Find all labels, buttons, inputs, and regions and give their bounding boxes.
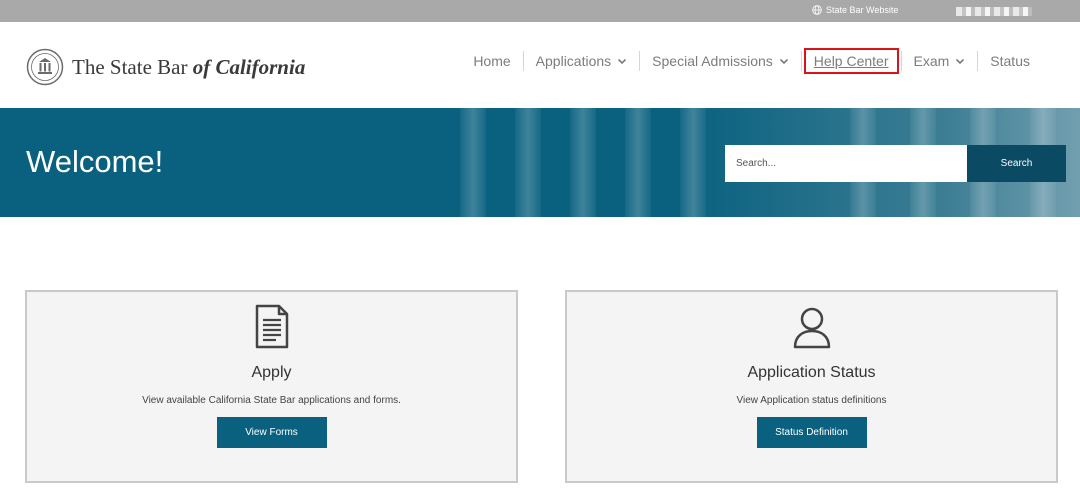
page-title: Welcome!: [26, 144, 164, 179]
nav-item-label: Special Admissions: [652, 53, 773, 69]
globe-icon: [812, 5, 822, 15]
apply-card: Apply View available California State Ba…: [25, 290, 518, 483]
nav-item-label: Help Center: [813, 53, 889, 69]
card-title: Application Status: [747, 364, 876, 381]
nav-item-home[interactable]: Home: [461, 51, 522, 71]
nav-item-label: Exam: [913, 53, 950, 69]
redacted-account-area: [956, 7, 1032, 16]
nav-item-status[interactable]: Status: [977, 51, 1042, 71]
nav-item-label: Applications: [535, 53, 612, 69]
chevron-down-icon: [956, 58, 965, 65]
main-nav: Home Applications Special Admissions Hel…: [461, 48, 1042, 74]
nav-item-exam[interactable]: Exam: [900, 51, 978, 71]
logo-text-italic: of California: [192, 54, 306, 79]
application-status-card: Application Status View Application stat…: [565, 290, 1058, 483]
utility-bar: State Bar Website: [0, 0, 1080, 22]
card-description: View Application status definitions: [736, 395, 887, 406]
state-bar-website-link[interactable]: State Bar Website: [812, 5, 898, 15]
search-input[interactable]: [725, 145, 967, 182]
nav-item-label: Home: [473, 53, 511, 69]
search-button[interactable]: Search: [967, 145, 1066, 182]
chevron-down-icon: [779, 58, 788, 65]
search-bar: Search: [725, 145, 1066, 182]
state-bar-logo[interactable]: The State Bar of California: [26, 48, 305, 86]
welcome-banner: Welcome! Search: [0, 108, 1080, 217]
logo-wordmark: The State Bar of California: [72, 55, 305, 80]
view-forms-button[interactable]: View Forms: [216, 417, 327, 448]
state-bar-website-label: State Bar Website: [826, 5, 899, 15]
user-icon: [793, 307, 830, 349]
card-title: Apply: [251, 364, 292, 381]
nav-item-special-admissions[interactable]: Special Admissions: [639, 51, 801, 71]
site-header: The State Bar of California Home Applica…: [0, 22, 1080, 108]
state-bar-seal-icon: [26, 48, 64, 86]
nav-item-applications[interactable]: Applications: [522, 51, 640, 71]
card-description: View available California State Bar appl…: [142, 395, 401, 406]
nav-item-help-center[interactable]: Help Center: [800, 48, 901, 74]
document-icon: [255, 304, 288, 349]
nav-item-label: Status: [990, 53, 1030, 69]
logo-text-regular: The State Bar: [72, 54, 193, 79]
chevron-down-icon: [618, 58, 627, 65]
status-definition-button[interactable]: Status Definition: [756, 417, 867, 448]
